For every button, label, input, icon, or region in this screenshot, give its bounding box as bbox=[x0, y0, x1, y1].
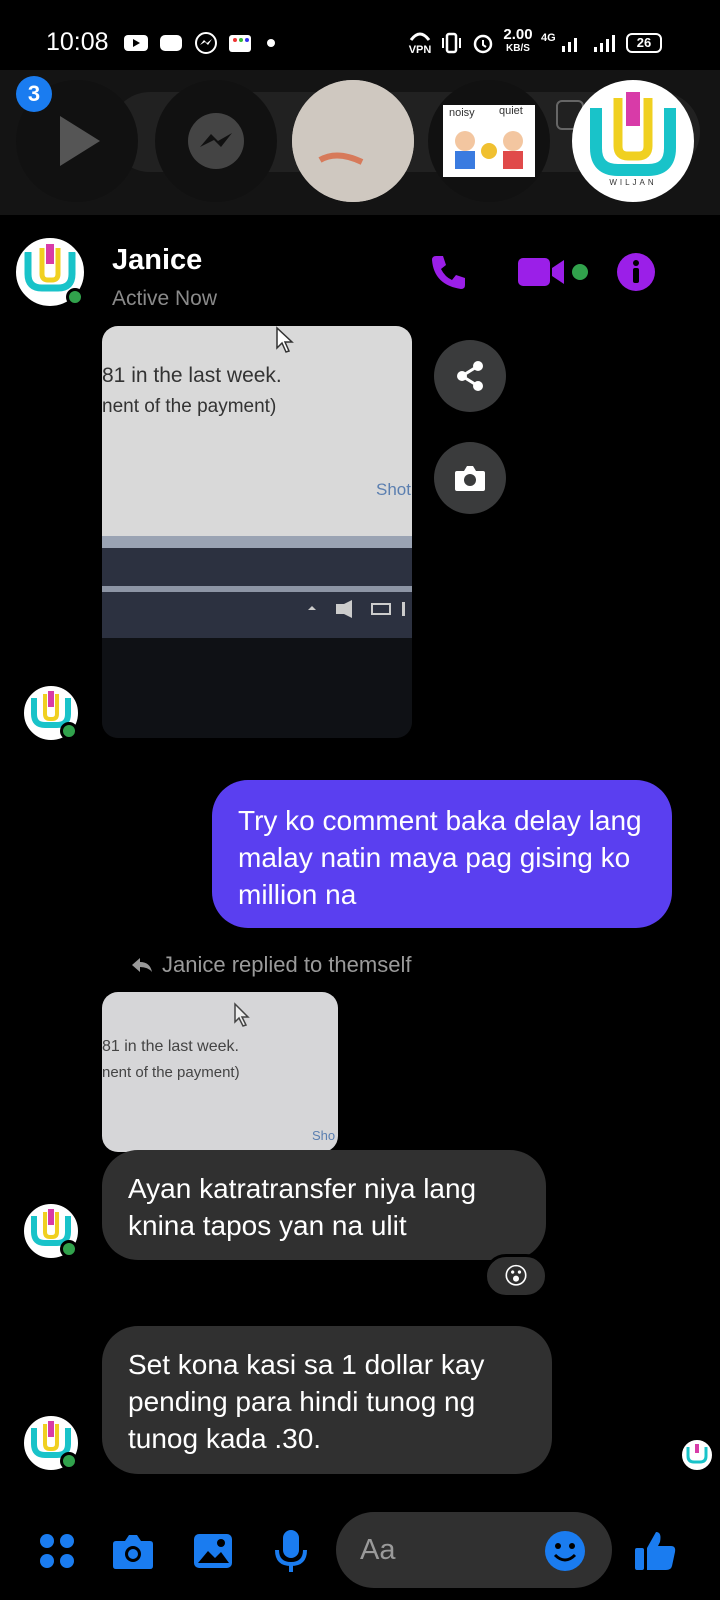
photo-message-1[interactable]: 81 in the last week. nent of the payment… bbox=[102, 326, 412, 738]
alarm-icon bbox=[470, 32, 496, 54]
reply-note: Janice replied to themself bbox=[130, 952, 411, 978]
gallery-button[interactable] bbox=[190, 1528, 236, 1574]
youtube-icon bbox=[122, 32, 150, 54]
reply-arrow-icon bbox=[132, 958, 152, 972]
thumbs-up-icon bbox=[635, 1532, 676, 1570]
messenger-notification-icon bbox=[193, 32, 219, 54]
camera-icon bbox=[113, 1535, 153, 1569]
camera-capture-button[interactable] bbox=[434, 442, 506, 514]
photo2-corner-text: Sho bbox=[312, 1128, 336, 1143]
photo1-corner-text: Shot bbox=[376, 480, 411, 499]
wiljan-logo-caption: WILJAN bbox=[609, 178, 657, 187]
voice-call-button[interactable] bbox=[428, 252, 468, 292]
camera-icon bbox=[455, 466, 485, 491]
four-dots-icon bbox=[40, 1534, 74, 1568]
outgoing-message[interactable]: Try ko comment baka delay lang malay nat… bbox=[212, 780, 672, 928]
chat-head-noisy-quiet[interactable]: noisy quiet bbox=[428, 80, 550, 202]
signal-icon-1 bbox=[560, 32, 582, 54]
info-icon bbox=[617, 253, 655, 291]
photo-thumb bbox=[292, 80, 414, 202]
mouse-cursor-icon bbox=[276, 326, 294, 353]
video-camera-icon bbox=[518, 258, 564, 286]
photo1-text-line2: nent of the payment) bbox=[102, 396, 277, 417]
vpn-indicator: VPN bbox=[408, 28, 432, 56]
battery-indicator: 26 bbox=[626, 33, 662, 53]
photo-message-2[interactable]: 81 in the last week. nent of the payment… bbox=[102, 992, 338, 1152]
emoji-button[interactable] bbox=[542, 1528, 588, 1574]
image-icon bbox=[194, 1534, 232, 1568]
camera-button[interactable] bbox=[110, 1528, 156, 1574]
chat-head-photo[interactable] bbox=[292, 80, 414, 202]
speed-unit: KB/S bbox=[506, 43, 530, 54]
mouse-cursor-icon bbox=[234, 1002, 250, 1027]
contact-status: Active Now bbox=[112, 287, 218, 310]
voice-message-button[interactable] bbox=[268, 1528, 314, 1574]
vpn-label: VPN bbox=[408, 44, 432, 56]
chat-head-messenger[interactable] bbox=[155, 80, 277, 202]
incoming-message-1[interactable]: Ayan katratransfer niya lang knina tapos… bbox=[102, 1150, 546, 1260]
message-reaction[interactable]: 😮 bbox=[484, 1254, 548, 1298]
messenger-icon bbox=[188, 113, 244, 169]
sender-online-2 bbox=[60, 1240, 78, 1258]
chat-head-wiljan[interactable]: WILJAN bbox=[572, 80, 694, 202]
microphone-icon bbox=[275, 1530, 307, 1572]
contact-name[interactable]: Janice bbox=[112, 244, 202, 277]
photo2-text-line2: nent of the payment) bbox=[102, 1064, 240, 1081]
taskbar-tray-icons bbox=[308, 600, 405, 618]
seen-receipt-avatar bbox=[682, 1440, 712, 1470]
sender-online-1 bbox=[60, 722, 78, 740]
status-time: 10:08 bbox=[46, 28, 109, 56]
video-call-button[interactable] bbox=[516, 254, 566, 290]
wiljan-seen-icon bbox=[686, 1444, 708, 1464]
reply-note-text: Janice replied to themself bbox=[162, 952, 412, 977]
unread-badge: 3 bbox=[16, 76, 52, 112]
share-button[interactable] bbox=[434, 340, 506, 412]
network-speed: 2.00 KB/S bbox=[500, 26, 536, 56]
emoji-icon bbox=[545, 1531, 585, 1571]
chat-notification-icon bbox=[158, 32, 184, 54]
vibrate-icon bbox=[438, 32, 464, 54]
kids-illustration-icon bbox=[455, 131, 523, 169]
sender-online-3 bbox=[60, 1452, 78, 1470]
network-type: 4G bbox=[541, 32, 556, 44]
more-notifications-dot-icon bbox=[264, 32, 278, 54]
info-button[interactable] bbox=[616, 252, 656, 292]
app-notification-icon bbox=[226, 32, 254, 54]
speed-value: 2.00 bbox=[503, 26, 533, 43]
online-indicator bbox=[66, 288, 84, 306]
video-play-icon bbox=[60, 116, 100, 166]
photo2-text-line1: 81 in the last week. bbox=[102, 1038, 239, 1055]
photo1-text-line1: 81 in the last week. bbox=[102, 364, 282, 387]
share-icon bbox=[457, 361, 483, 391]
noisy-quiet-thumb: noisy quiet bbox=[443, 105, 535, 177]
phone-icon bbox=[432, 256, 465, 289]
more-actions-button[interactable] bbox=[34, 1528, 80, 1574]
vpn-key-icon bbox=[409, 32, 431, 41]
signal-icon-2 bbox=[592, 32, 618, 54]
incoming-message-2[interactable]: Set kona kasi sa 1 dollar kay pending pa… bbox=[102, 1326, 552, 1474]
like-button[interactable] bbox=[632, 1528, 678, 1574]
video-active-dot bbox=[572, 264, 588, 280]
